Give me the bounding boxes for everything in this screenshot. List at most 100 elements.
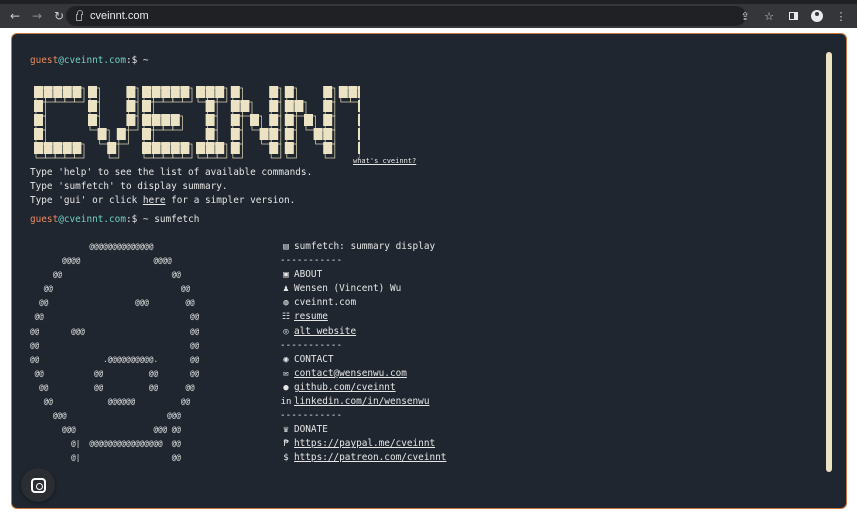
prompt-line-1: guest@cveinnt.com:$ ~ — [30, 54, 149, 68]
id-card-icon: ▤ — [283, 242, 289, 252]
gui-prefix: Type 'gui' or click — [30, 195, 143, 206]
info-row: ----------- — [280, 409, 446, 423]
info-text: cveinnt.com — [294, 297, 357, 309]
prompt-host: @cveinnt.com — [58, 214, 126, 225]
linkedin-icon: in — [280, 397, 292, 408]
info-text: ----------- — [280, 410, 343, 422]
donate-icon: ♛ — [283, 425, 289, 436]
logo-art-line: @@ @@ — [30, 270, 181, 280]
help-line-2: Type 'sumfetch' to display summary. — [30, 181, 228, 192]
info-text: ----------- — [280, 255, 343, 267]
back-icon[interactable]: ← — [6, 7, 24, 25]
info-row[interactable]: $ https://patreon.com/cveinnt — [280, 451, 446, 465]
user-icon: ♟ — [283, 284, 289, 295]
info-link[interactable]: https://paypal.me/cveinnt — [294, 437, 435, 451]
more-icon[interactable]: ⋮ — [833, 7, 849, 25]
logo-art-line: @@ @@@ @@ — [30, 298, 195, 308]
info-row: ▣ ABOUT — [280, 268, 446, 282]
whats-cveinnt-link[interactable]: what's cveinnt? — [353, 157, 416, 165]
prompt-suffix: :$ ~ — [125, 214, 149, 225]
info-link[interactable]: resume — [294, 310, 328, 324]
info-row: ◉ CONTACT — [280, 353, 446, 367]
logo-art-line: @@@ @@@ — [30, 411, 181, 421]
info-link[interactable]: contact@wensenwu.com — [294, 367, 407, 381]
scrollbar[interactable] — [826, 52, 832, 472]
logo-art-line: @@@ @@@ @@ — [30, 425, 181, 435]
address-bar[interactable]: cveinnt.com — [66, 6, 746, 26]
contact-icon: ◉ — [283, 354, 289, 365]
banner-letter-n — [230, 86, 282, 159]
info-row: ♛ DONATE — [280, 423, 446, 437]
info-text: CONTACT — [294, 353, 334, 365]
help-line-1: Type 'help' to see the list of available… — [30, 167, 313, 178]
prompt-user: guest — [30, 214, 59, 225]
terminal-window[interactable]: guest@cveinnt.com:$ ~ what's cveinnt? Ty… — [11, 33, 847, 509]
banner-graphic — [34, 86, 390, 159]
banner-letter-e — [142, 86, 193, 159]
info-link[interactable]: alt website — [294, 325, 356, 339]
prompt-user: guest — [30, 55, 59, 66]
info-link[interactable]: github.com/cveinnt — [294, 381, 396, 395]
banner-letter-i — [196, 86, 228, 159]
banner-letter-c — [34, 86, 85, 159]
resume-icon: ☷ — [281, 312, 291, 323]
info-row: ----------- — [280, 254, 446, 268]
logo-art-line: @| @@ — [30, 453, 181, 463]
info-row: ♟ Wensen (Vincent) Wu — [280, 282, 446, 296]
globe-icon: ◍ — [283, 298, 289, 309]
star-icon[interactable]: ☆ — [761, 7, 777, 25]
info-text: DONATE — [294, 424, 328, 436]
paypal-icon: ₱ — [283, 439, 289, 450]
logo-art-line: @@ @@ — [30, 340, 200, 350]
share-icon[interactable]: ⇪ — [737, 7, 753, 25]
info-row: ◍ cveinnt.com — [280, 296, 446, 310]
logo-art-line: @@ @@ @@ @@ — [30, 382, 195, 392]
info-row[interactable]: ◎ alt website — [280, 325, 446, 339]
info-row[interactable]: ● github.com/cveinnt — [280, 381, 446, 395]
forward-icon[interactable]: → — [28, 7, 46, 25]
github-icon: ● — [283, 382, 289, 393]
info-row: ▤ sumfetch: summary display — [280, 240, 446, 254]
prompt-command: sumfetch — [154, 214, 200, 225]
logo-art-line: @@ .@@@@@@@@@@. @@ — [30, 354, 200, 364]
info-row[interactable]: ☷ resume — [280, 310, 446, 324]
ascii-logo: @@@@@@@@@@@@@@ @@@@ @@@@ @@ @@ @@ @@ @@ … — [30, 240, 199, 466]
browser-toolbar: ← → ↻ cveinnt.com ⇪ ☆ ⋮ — [0, 4, 857, 28]
dollar-icon: $ — [283, 453, 289, 464]
sumfetch-info: ▤ sumfetch: summary display ----------- ▣ AB… — [280, 240, 446, 466]
camera-icon — [30, 477, 46, 493]
logo-art-line: @@ @@@ @@ — [30, 326, 200, 336]
info-link[interactable]: https://patreon.com/cveinnt — [294, 451, 446, 465]
info-text: ABOUT — [294, 269, 323, 281]
gui-suffix: for a simpler version. — [165, 195, 296, 206]
mail-icon: ✉ — [283, 368, 289, 379]
prompt-host: @cveinnt.com — [58, 55, 126, 66]
banner-letter-v — [88, 86, 139, 159]
banner-letter-t — [338, 86, 390, 159]
ascii-banner — [30, 82, 390, 160]
info-link[interactable]: linkedin.com/in/wensenwu — [294, 395, 429, 409]
terminal-icon: ▣ — [283, 270, 289, 281]
side-panel-icon[interactable] — [785, 7, 801, 25]
url-text: cveinnt.com — [90, 10, 149, 22]
page-content: guest@cveinnt.com:$ ~ what's cveinnt? Ty… — [0, 28, 857, 515]
logo-art-line: @@ @@ — [30, 312, 200, 322]
lens-button[interactable] — [21, 468, 55, 502]
profile-icon[interactable] — [809, 7, 825, 25]
info-row[interactable]: ✉ contact@wensenwu.com — [280, 367, 446, 381]
prompt-line-2: guest@cveinnt.com:$ ~ sumfetch — [30, 213, 199, 227]
prompt-suffix: :$ ~ — [125, 55, 149, 66]
web-icon: ◎ — [283, 326, 289, 337]
logo-art-line: @@ @@ @@ @@ — [30, 368, 200, 378]
info-text: Wensen (Vincent) Wu — [294, 283, 402, 295]
info-text: sumfetch: summary display — [294, 241, 436, 252]
here-link[interactable]: here — [143, 195, 166, 206]
info-row[interactable]: ₱ https://paypal.me/cveinnt — [280, 437, 446, 451]
info-row: ----------- — [280, 339, 446, 353]
lock-icon[interactable] — [76, 9, 83, 21]
logo-art-line: @@ @@ — [30, 284, 191, 294]
info-text: ----------- — [280, 339, 343, 351]
info-row[interactable]: in linkedin.com/in/wensenwu — [280, 395, 446, 409]
logo-art-line: @| @@@@@@@@@@@@@@@@ @@ — [30, 439, 181, 449]
logo-art-line: @@@@ @@@@ — [30, 256, 172, 266]
